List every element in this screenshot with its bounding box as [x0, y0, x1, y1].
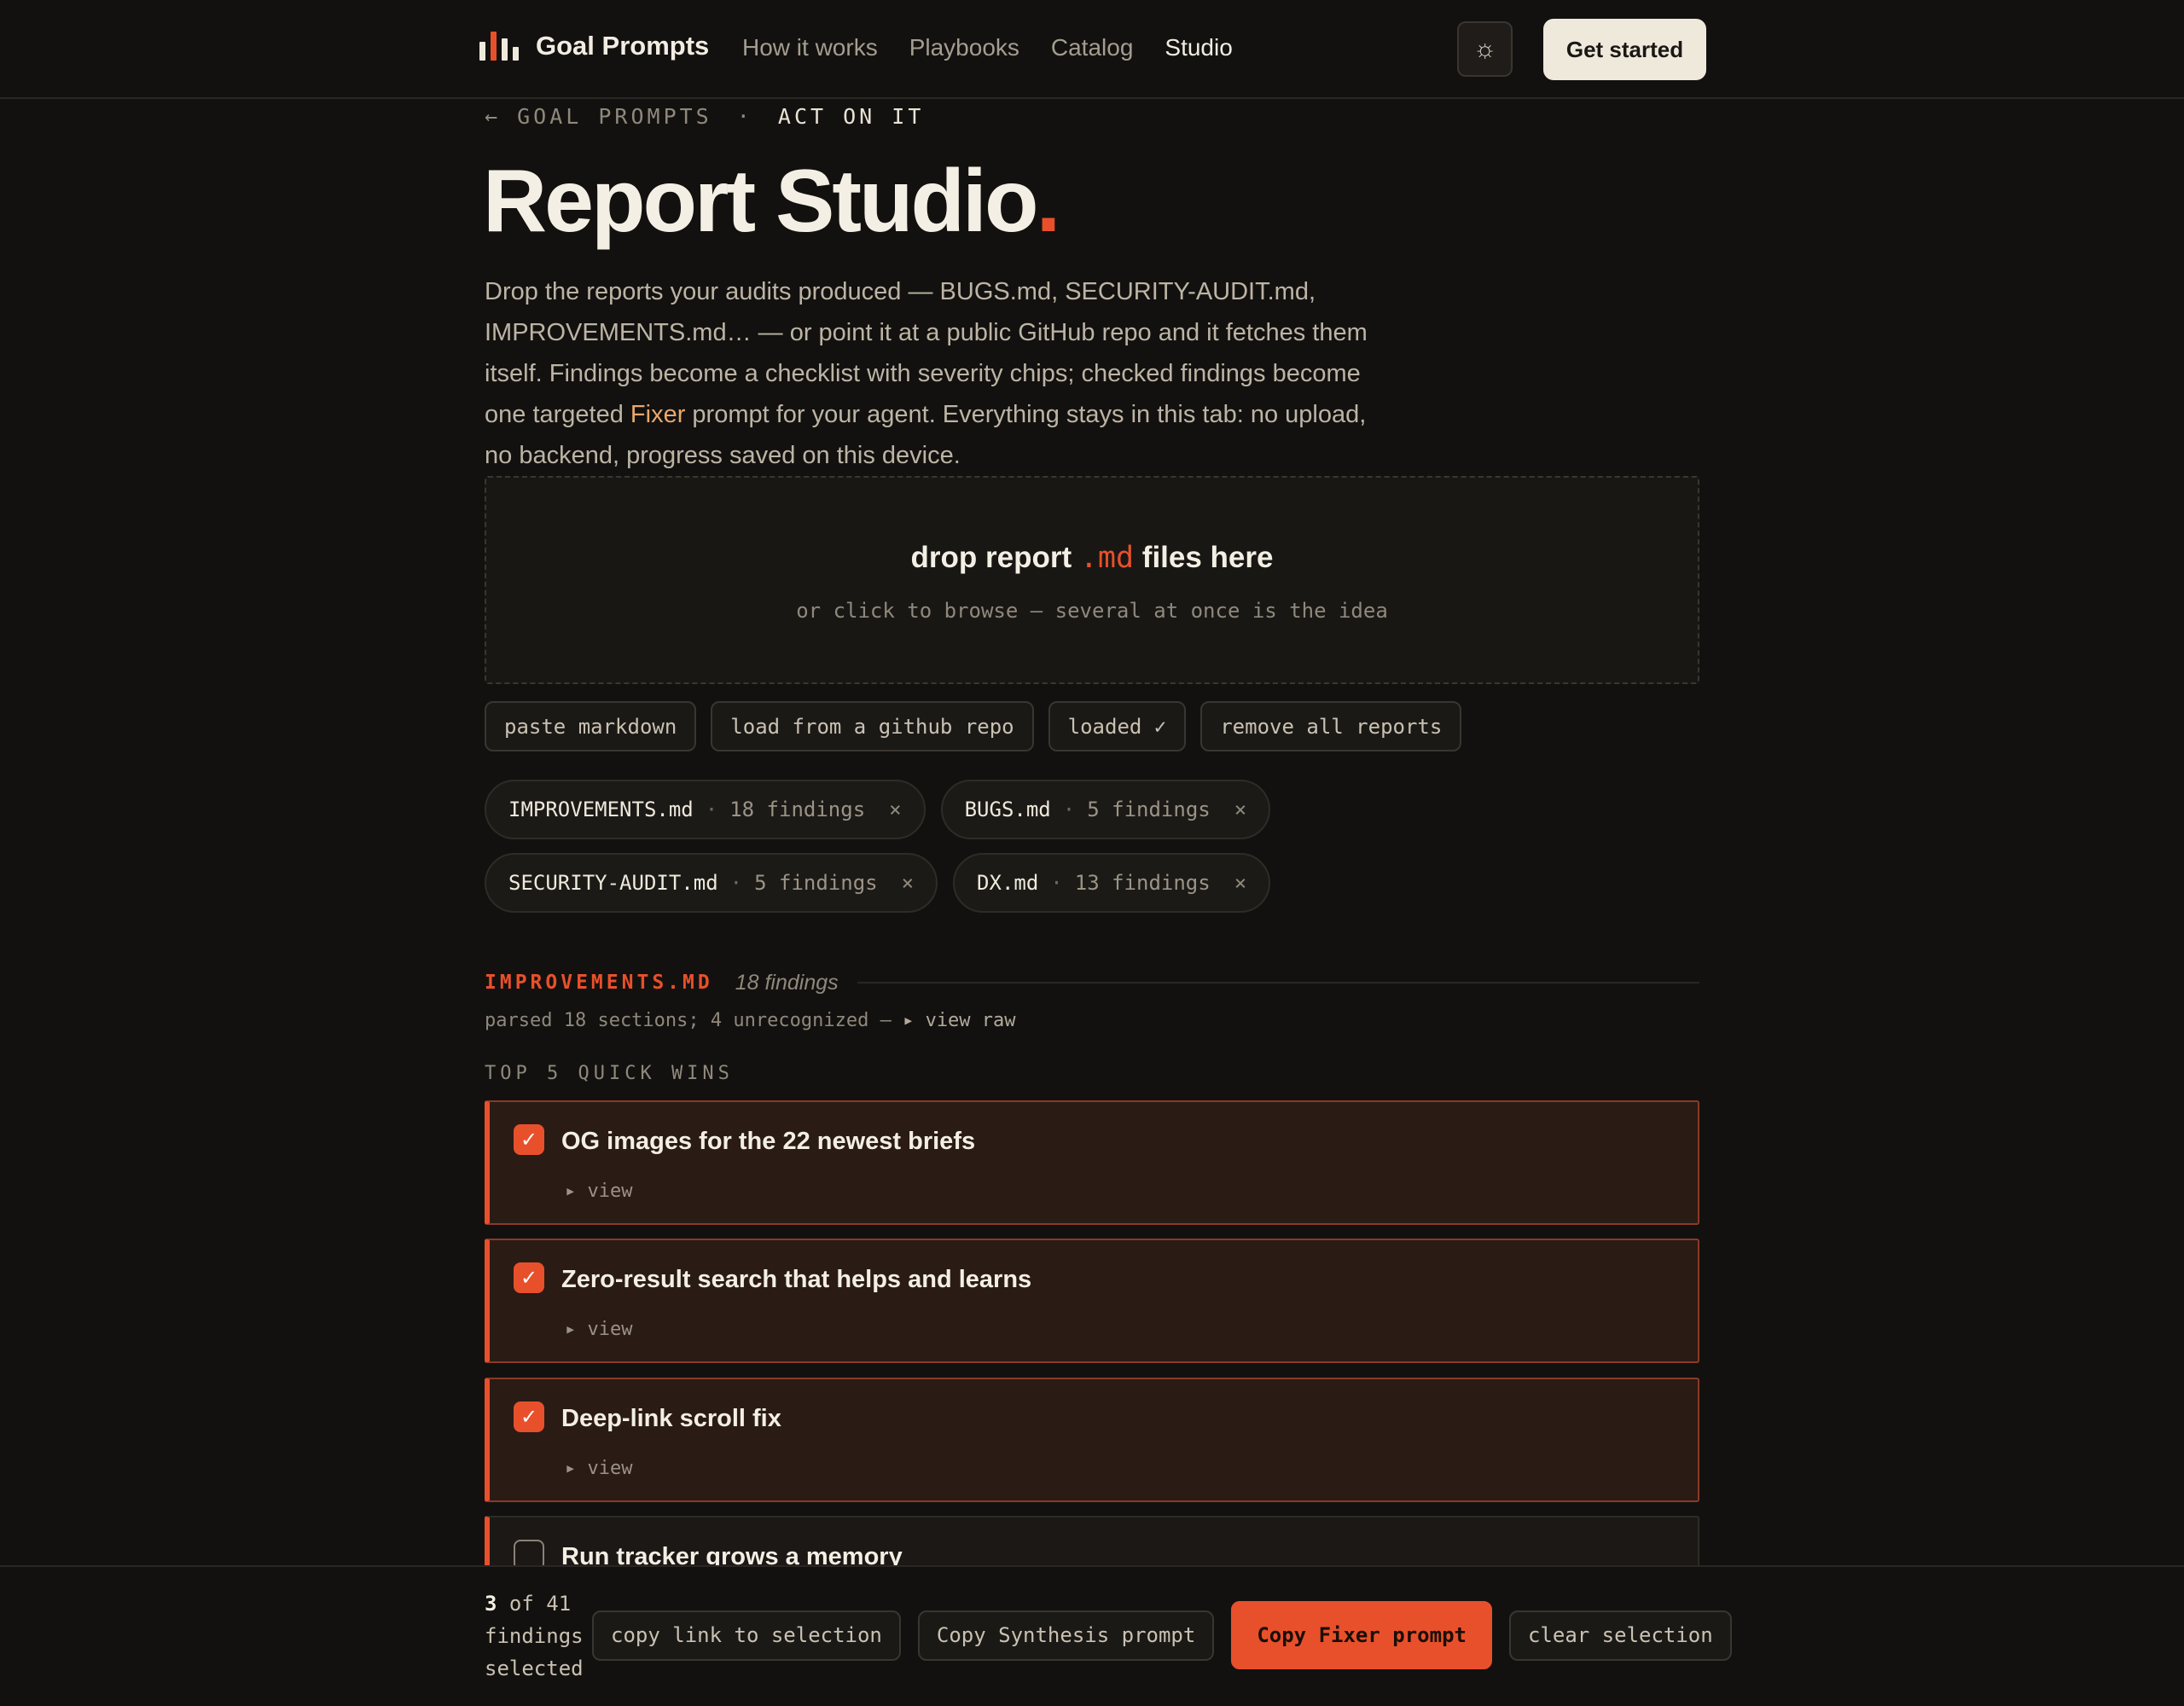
parse-note: parsed 18 sections; 4 unrecognized — ▸ v… — [485, 1010, 1016, 1031]
page-title: Report Studio. — [483, 150, 1060, 252]
loaded-reports: IMPROVEMENTS.md · 18 findings × BUGS.md … — [485, 780, 1304, 913]
finding-checkbox[interactable]: ✓ — [514, 1124, 544, 1155]
report-chip-name: DX.md — [977, 871, 1039, 895]
finding-item[interactable]: ✓ Deep-link scroll fix ▸ view — [485, 1378, 1699, 1502]
selection-bar: 3 of 41 findings selected copy link to s… — [0, 1565, 2184, 1706]
selection-count: 3 of 41 findings selected — [485, 1587, 587, 1685]
remove-all-reports-button[interactable]: remove all reports — [1200, 701, 1462, 751]
report-chip-name: SECURITY-AUDIT.md — [508, 871, 718, 895]
drop-title-before: drop report — [910, 541, 1080, 574]
nav-link-how-it-works[interactable]: How it works — [742, 34, 878, 61]
close-icon[interactable]: × — [1234, 798, 1246, 821]
finding-checkbox[interactable]: ✓ — [514, 1262, 544, 1293]
copy-link-button[interactable]: copy link to selection — [592, 1610, 901, 1661]
finding-view-toggle[interactable]: ▸ view — [565, 1319, 632, 1340]
quick-wins-label: TOP 5 QUICK WINS — [485, 1063, 734, 1084]
nav-link-studio[interactable]: Studio — [1165, 34, 1232, 61]
page-title-dot: . — [1036, 152, 1060, 251]
report-section-header: IMPROVEMENTS.MD 18 findings — [485, 966, 1699, 1000]
nav-link-catalog[interactable]: Catalog — [1051, 34, 1134, 61]
report-chip-count: 5 findings — [1087, 798, 1211, 821]
drop-zone-subtitle: or click to browse — several at once is … — [796, 599, 1388, 623]
drop-title-ext: .md — [1079, 541, 1135, 575]
report-actions: paste markdown load from a github repo l… — [485, 701, 1462, 751]
selected-count: 3 — [485, 1592, 497, 1616]
close-icon[interactable]: × — [1234, 871, 1246, 895]
report-chip[interactable]: IMPROVEMENTS.md · 18 findings × — [485, 780, 926, 839]
paste-markdown-button[interactable]: paste markdown — [485, 701, 697, 751]
selection-label-1: findings — [485, 1624, 584, 1648]
chip-separator: · — [729, 871, 743, 895]
breadcrumb-separator: · — [736, 104, 753, 129]
section-divider — [857, 982, 1699, 984]
copy-fixer-prompt-button[interactable]: Copy Fixer prompt — [1231, 1601, 1492, 1669]
report-section-count: 18 findings — [735, 970, 839, 995]
report-chip-name: BUGS.md — [964, 798, 1051, 821]
report-chip-name: IMPROVEMENTS.md — [508, 798, 694, 821]
close-icon[interactable]: × — [889, 798, 901, 821]
report-chip-count: 18 findings — [729, 798, 866, 821]
report-chip-count: 13 findings — [1074, 871, 1211, 895]
chip-separator: · — [705, 798, 718, 821]
clear-selection-button[interactable]: clear selection — [1508, 1610, 1732, 1661]
copy-synthesis-prompt-button[interactable]: Copy Synthesis prompt — [917, 1610, 1215, 1661]
view-raw-link[interactable]: ▸ view raw — [903, 1010, 1015, 1031]
report-chip-count: 5 findings — [754, 871, 878, 895]
get-started-button[interactable]: Get started — [1543, 19, 1706, 80]
total-count: of 41 — [508, 1592, 572, 1616]
breadcrumb-back-link[interactable]: ← GOAL PROMPTS — [485, 104, 712, 129]
finding-checkbox[interactable]: ✓ — [514, 1401, 544, 1432]
finding-title: Zero-result search that helps and learns — [561, 1266, 1032, 1293]
theme-toggle-button[interactable]: ☼ — [1457, 21, 1513, 77]
breadcrumb: ← GOAL PROMPTS · ACT ON IT — [485, 104, 924, 129]
report-section-title: IMPROVEMENTS.MD — [485, 972, 713, 994]
drop-zone-title: drop report .md files here — [486, 541, 1698, 575]
nav-links: How it works Playbooks Catalog Studio — [742, 34, 1233, 61]
bar-chart-icon — [479, 32, 519, 61]
load-github-repo-button[interactable]: load from a github repo — [711, 701, 1034, 751]
report-chip[interactable]: DX.md · 13 findings × — [953, 853, 1271, 913]
chip-separator: · — [1050, 871, 1063, 895]
finding-title: Deep-link scroll fix — [561, 1405, 781, 1432]
fixer-link[interactable]: Fixer — [630, 401, 685, 428]
finding-title: OG images for the 22 newest briefs — [561, 1128, 976, 1155]
report-chip[interactable]: SECURITY-AUDIT.md · 5 findings × — [485, 853, 938, 913]
sun-icon: ☼ — [1472, 34, 1497, 63]
nav-link-playbooks[interactable]: Playbooks — [909, 34, 1019, 61]
breadcrumb-current: ACT ON IT — [777, 104, 925, 129]
chip-separator: · — [1062, 798, 1076, 821]
file-drop-zone[interactable]: drop report .md files here or click to b… — [485, 476, 1699, 684]
page-title-text: Report Studio — [483, 152, 1038, 251]
intro-paragraph: Drop the reports your audits produced — … — [485, 271, 1380, 476]
finding-view-toggle[interactable]: ▸ view — [565, 1458, 632, 1479]
brand-name: Goal Prompts — [536, 31, 710, 61]
loaded-button[interactable]: loaded ✓ — [1048, 701, 1187, 751]
brand-logo[interactable]: Goal Prompts — [479, 31, 709, 61]
report-chip[interactable]: BUGS.md · 5 findings × — [940, 780, 1271, 839]
selection-actions: copy link to selection Copy Synthesis pr… — [592, 1601, 1732, 1669]
selection-label-2: selected — [485, 1657, 584, 1680]
finding-view-toggle[interactable]: ▸ view — [565, 1181, 632, 1202]
close-icon[interactable]: × — [902, 871, 914, 895]
finding-item[interactable]: ✓ Zero-result search that helps and lear… — [485, 1239, 1699, 1363]
top-nav: Goal Prompts How it works Playbooks Cata… — [0, 0, 2184, 99]
parse-note-text: parsed 18 sections; 4 unrecognized — — [485, 1010, 903, 1031]
drop-title-after: files here — [1134, 541, 1274, 574]
finding-item[interactable]: ✓ OG images for the 22 newest briefs ▸ v… — [485, 1100, 1699, 1225]
